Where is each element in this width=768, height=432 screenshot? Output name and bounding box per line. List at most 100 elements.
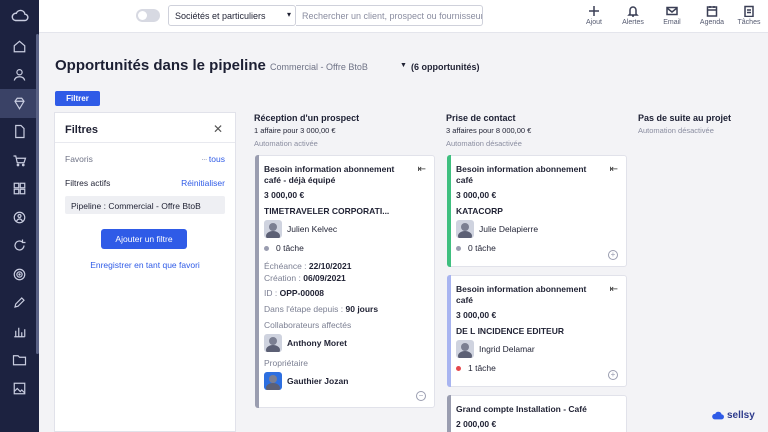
add-icon[interactable]: + bbox=[608, 250, 618, 260]
card-title: Besoin information abonnement café bbox=[456, 284, 587, 305]
column-contact: Prise de contact 3 affaires pour 8 000,0… bbox=[446, 113, 628, 148]
opportunity-card[interactable]: Besoin information abonnement café ⇤ 3 0… bbox=[447, 275, 627, 387]
home-icon[interactable] bbox=[0, 32, 39, 61]
task-count: 0 tâche bbox=[468, 243, 496, 253]
column-reception: Réception d'un prospect 1 affaire pour 3… bbox=[254, 113, 436, 148]
column-no-follow-up: Pas de suite au projet Automation désact… bbox=[638, 113, 768, 135]
column-title: Pas de suite au projet bbox=[638, 113, 732, 123]
search-input[interactable] bbox=[296, 5, 483, 26]
card-company: DE L INCIDENCE EDITEUR bbox=[456, 326, 564, 336]
avatar bbox=[264, 334, 282, 352]
due-label: Échéance : bbox=[264, 261, 307, 271]
sidebar-scrollbar[interactable] bbox=[36, 34, 39, 354]
opportunities-icon[interactable] bbox=[0, 89, 39, 118]
page-title: Opportunités dans le pipeline bbox=[55, 57, 266, 74]
favorites-label: Favoris bbox=[65, 154, 93, 164]
card-proprietor: Gauthier Jozan bbox=[264, 372, 426, 390]
owner-name: Ingrid Delamar bbox=[479, 344, 535, 354]
card-status-bar bbox=[447, 395, 451, 432]
support-icon[interactable] bbox=[0, 203, 39, 232]
card-tasks: 0 tâche bbox=[264, 243, 426, 253]
stage-value: 90 jours bbox=[345, 304, 379, 314]
tasks-label: Tâches bbox=[737, 19, 761, 26]
filters-panel: Filtres ✕ Favoris ··· tous Filtres actif… bbox=[54, 112, 236, 432]
card-amount: 3 000,00 € bbox=[264, 190, 305, 200]
card-title: Grand compte Installation - Café bbox=[456, 404, 587, 414]
add-button[interactable]: Ajout bbox=[576, 5, 612, 26]
brand-name: sellsy bbox=[727, 410, 755, 421]
card-company: KATACORP bbox=[456, 206, 503, 216]
opportunity-count: (6 opportunités) bbox=[411, 62, 480, 72]
card-status-bar bbox=[255, 155, 259, 408]
reset-link[interactable]: Réinitialiser bbox=[181, 178, 225, 188]
collapse-icon[interactable]: ⇤ bbox=[610, 284, 618, 295]
card-amount: 3 000,00 € bbox=[456, 190, 497, 200]
agenda-button[interactable]: Agenda bbox=[694, 5, 730, 26]
id-value: OPP-00008 bbox=[279, 288, 325, 298]
marketing-icon[interactable] bbox=[0, 260, 39, 289]
card-due: Échéance : 22/10/2021 bbox=[264, 261, 426, 271]
scope-select-value: Sociétés et particuliers bbox=[175, 10, 266, 21]
sidebar bbox=[0, 0, 39, 432]
scope-select[interactable]: Sociétés et particuliers ▾ bbox=[168, 5, 296, 26]
task-status-dot bbox=[456, 245, 461, 251]
top-bar: Sociétés et particuliers ▾ Ajout Alertes… bbox=[39, 0, 768, 33]
tasks-icon bbox=[744, 5, 754, 17]
edit-icon[interactable] bbox=[0, 289, 39, 318]
image-icon[interactable] bbox=[0, 374, 39, 403]
collaborators-label: Collaborateurs affectés bbox=[264, 320, 352, 330]
stage-label: Dans l'étape depuis : bbox=[264, 304, 344, 314]
brand-logo: sellsy bbox=[712, 410, 755, 421]
save-favorite-link[interactable]: Enregistrer en tant que favori bbox=[55, 260, 235, 270]
opportunity-card[interactable]: Besoin information abonnement café ⇤ 3 0… bbox=[447, 155, 627, 267]
card-amount: 3 000,00 € bbox=[456, 310, 497, 320]
opportunity-card[interactable]: Grand compte Installation - Café 2 000,0… bbox=[447, 395, 627, 432]
cloud-logo[interactable] bbox=[0, 0, 39, 32]
documents-icon[interactable] bbox=[0, 118, 39, 147]
tasks-button[interactable]: Tâches bbox=[731, 5, 767, 26]
contacts-icon[interactable] bbox=[0, 61, 39, 90]
alerts-button[interactable]: Alertes bbox=[615, 5, 651, 26]
minus-icon[interactable]: − bbox=[416, 391, 426, 401]
add-filter-button[interactable]: Ajouter un filtre bbox=[101, 229, 187, 249]
card-status-bar bbox=[447, 155, 451, 267]
favorites-select[interactable]: ··· tous bbox=[201, 154, 225, 164]
bell-icon bbox=[627, 6, 639, 17]
close-icon[interactable]: ✕ bbox=[213, 122, 223, 136]
card-owner: Ingrid Delamar bbox=[456, 340, 618, 358]
analytics-icon[interactable] bbox=[0, 317, 39, 346]
shop-icon[interactable] bbox=[0, 146, 39, 175]
collapse-icon[interactable]: ⇤ bbox=[418, 164, 426, 175]
avatar bbox=[264, 220, 282, 238]
created-value: 06/09/2021 bbox=[303, 273, 346, 283]
collapse-icon[interactable]: ⇤ bbox=[610, 164, 618, 175]
add-icon[interactable]: + bbox=[608, 370, 618, 380]
plus-icon bbox=[589, 6, 599, 16]
chevron-down-icon[interactable]: ▼ bbox=[400, 62, 407, 69]
scope-toggle[interactable] bbox=[136, 9, 160, 22]
avatar bbox=[456, 340, 474, 358]
task-status-dot bbox=[456, 365, 461, 371]
filter-chip[interactable]: Pipeline : Commercial - Offre BtoB bbox=[65, 196, 225, 214]
opportunity-card[interactable]: Besoin information abonnement café - déj… bbox=[255, 155, 435, 408]
ellipsis-icon: ··· bbox=[201, 154, 207, 164]
card-amount: 2 000,00 € bbox=[456, 419, 497, 429]
pipeline-select[interactable]: Commercial - Offre BtoB bbox=[270, 62, 368, 72]
avatar bbox=[264, 372, 282, 390]
created-label: Création : bbox=[264, 273, 301, 283]
subscriptions-icon[interactable] bbox=[0, 232, 39, 261]
catalog-icon[interactable] bbox=[0, 175, 39, 204]
agenda-label: Agenda bbox=[699, 19, 725, 26]
owner-name: Julie Delapierre bbox=[479, 224, 539, 234]
filters-header: Filtres ✕ bbox=[55, 113, 235, 143]
email-button[interactable]: Email bbox=[654, 5, 690, 26]
task-status-dot bbox=[264, 245, 269, 251]
column-automation: Automation désactivée bbox=[446, 139, 522, 148]
filters-title: Filtres bbox=[65, 124, 99, 136]
alerts-label: Alertes bbox=[622, 19, 644, 26]
card-id: ID : OPP-00008 bbox=[264, 288, 426, 298]
filter-button[interactable]: Filtrer bbox=[55, 91, 100, 106]
id-label: ID : bbox=[264, 288, 278, 298]
folder-icon[interactable] bbox=[0, 346, 39, 375]
active-filters-row: Filtres actifs Réinitialiser bbox=[65, 178, 225, 188]
